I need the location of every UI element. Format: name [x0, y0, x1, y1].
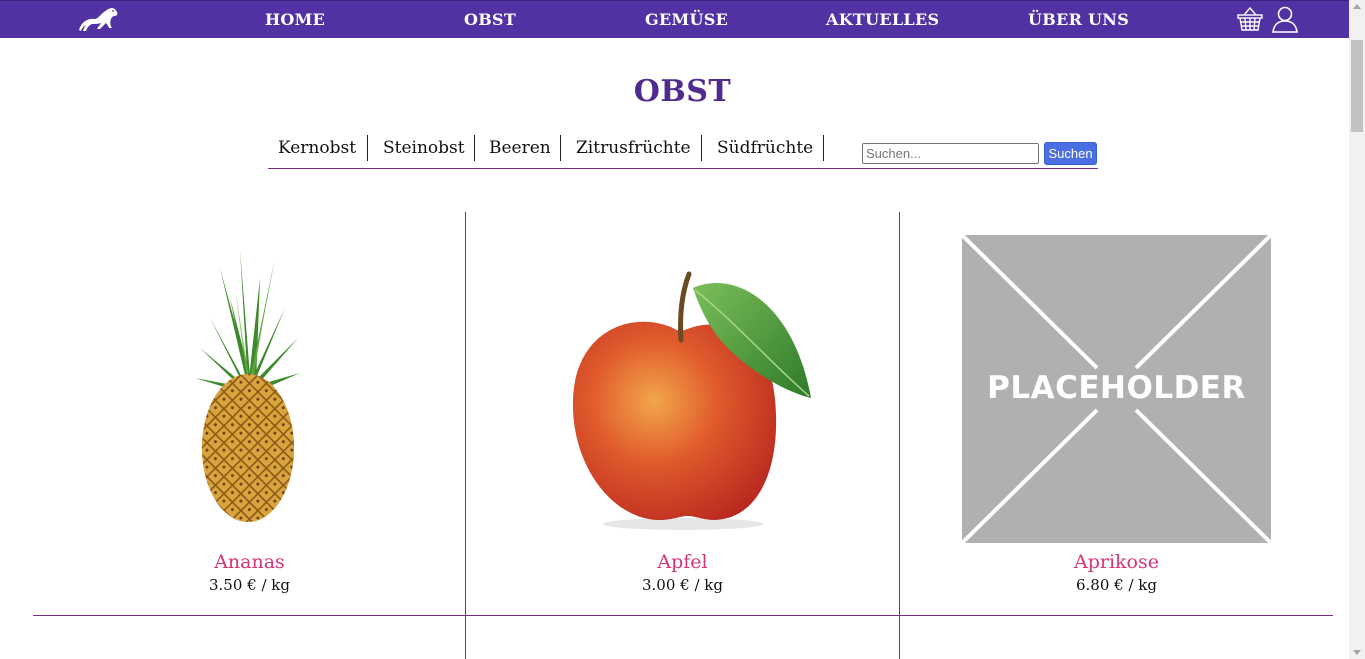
- nav-obst[interactable]: OBST: [464, 10, 516, 29]
- apple-illustration: [572, 271, 811, 530]
- product-name[interactable]: Apfel: [466, 551, 899, 573]
- user-icon[interactable]: [1271, 5, 1299, 33]
- category-steinobst[interactable]: Steinobst: [383, 135, 465, 161]
- category-divider: [823, 135, 824, 161]
- placeholder-image[interactable]: PLACEHOLDER: [959, 232, 1274, 546]
- category-bar: Kernobst Steinobst Beeren Zitrusfrüchte …: [268, 133, 1098, 169]
- scroll-up-arrow-icon[interactable]: [1353, 4, 1361, 9]
- ferret-logo-icon[interactable]: [76, 4, 120, 34]
- category-divider: [474, 135, 475, 161]
- nav-ueber-uns[interactable]: ÜBER UNS: [1028, 10, 1129, 29]
- category-beeren[interactable]: Beeren: [489, 135, 551, 161]
- search-input[interactable]: [862, 143, 1039, 164]
- nav-aktuelles[interactable]: AKTUELLES: [826, 10, 939, 29]
- category-divider: [367, 135, 368, 161]
- pineapple-image[interactable]: [190, 238, 306, 528]
- grid-divider-horizontal: [33, 615, 1333, 616]
- apple-image[interactable]: [563, 270, 818, 535]
- category-divider: [701, 135, 702, 161]
- nav-gemuese[interactable]: GEMÜSE: [645, 10, 728, 29]
- page-title: OBST: [633, 74, 732, 109]
- category-suedfruechte[interactable]: Südfrüchte: [717, 135, 813, 161]
- category-kernobst[interactable]: Kernobst: [278, 135, 356, 161]
- search-button[interactable]: Suchen: [1044, 142, 1097, 165]
- nav-home[interactable]: HOME: [265, 10, 325, 29]
- product-price: 6.80 € / kg: [1076, 576, 1157, 594]
- product-name[interactable]: Ananas: [33, 551, 466, 573]
- scroll-down-arrow-icon[interactable]: [1353, 650, 1361, 655]
- basket-icon[interactable]: [1236, 6, 1264, 32]
- product-price: 3.50 € / kg: [209, 576, 290, 594]
- top-navigation-bar: HOME OBST GEMÜSE AKTUELLES ÜBER UNS: [0, 0, 1349, 38]
- category-zitrusfruechte[interactable]: Zitrusfrüchte: [576, 135, 691, 161]
- pineapple-illustration: [195, 250, 300, 522]
- product-price: 3.00 € / kg: [642, 576, 723, 594]
- category-divider: [560, 135, 561, 161]
- product-name[interactable]: Aprikose: [900, 551, 1333, 573]
- placeholder-text: PLACEHOLDER: [987, 370, 1246, 406]
